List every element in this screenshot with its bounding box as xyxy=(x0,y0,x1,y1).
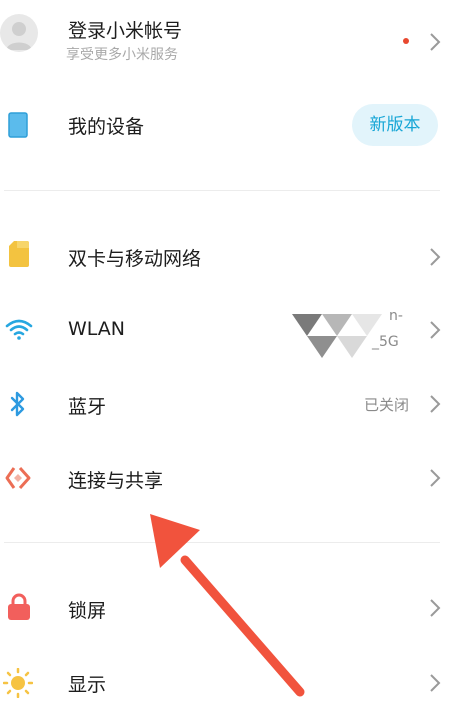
sun-icon xyxy=(2,667,34,702)
chevron-right-icon xyxy=(429,31,441,53)
chevron-right-icon xyxy=(429,393,441,415)
display-label: 显示 xyxy=(68,674,107,696)
lock-screen-row[interactable]: 锁屏 xyxy=(0,578,451,638)
tablet-icon xyxy=(8,112,28,142)
account-row[interactable]: 登录小米帐号 享受更多小米服务 xyxy=(0,0,451,80)
my-device-label: 我的设备 xyxy=(68,116,145,138)
bluetooth-row[interactable]: 蓝牙 已关闭 xyxy=(0,374,451,434)
bluetooth-status: 已关闭 xyxy=(363,396,409,414)
wlan-row[interactable]: WLAN n- _5G xyxy=(0,300,451,360)
connection-share-row[interactable]: 连接与共享 xyxy=(0,448,451,508)
connection-share-label: 连接与共享 xyxy=(68,470,164,492)
bluetooth-icon xyxy=(9,390,27,422)
section-divider xyxy=(4,190,440,191)
lock-icon xyxy=(6,592,32,626)
sim-network-label: 双卡与移动网络 xyxy=(68,248,202,270)
chevron-right-icon xyxy=(429,467,441,489)
section-divider xyxy=(4,542,440,543)
wlan-label: WLAN xyxy=(68,318,126,340)
wifi-icon xyxy=(5,318,33,344)
sim-card-icon xyxy=(8,240,30,272)
account-title: 登录小米帐号 xyxy=(68,20,183,42)
notification-dot xyxy=(403,38,409,44)
lock-screen-label: 锁屏 xyxy=(68,600,107,622)
chevron-right-icon xyxy=(429,597,441,619)
bluetooth-label: 蓝牙 xyxy=(68,396,107,418)
new-version-badge[interactable]: 新版本 xyxy=(352,104,438,146)
display-row[interactable]: 显示 xyxy=(0,654,451,714)
avatar-icon xyxy=(0,14,38,52)
chevron-right-icon xyxy=(429,672,441,694)
sim-network-row[interactable]: 双卡与移动网络 xyxy=(0,226,451,286)
chevron-right-icon xyxy=(429,319,441,341)
wlan-status-line1: n- xyxy=(389,308,403,324)
wlan-status-line2: _5G xyxy=(372,334,399,350)
account-subtitle: 享受更多小米服务 xyxy=(66,47,178,63)
chevron-right-icon xyxy=(429,246,441,268)
connection-share-icon xyxy=(4,464,32,496)
